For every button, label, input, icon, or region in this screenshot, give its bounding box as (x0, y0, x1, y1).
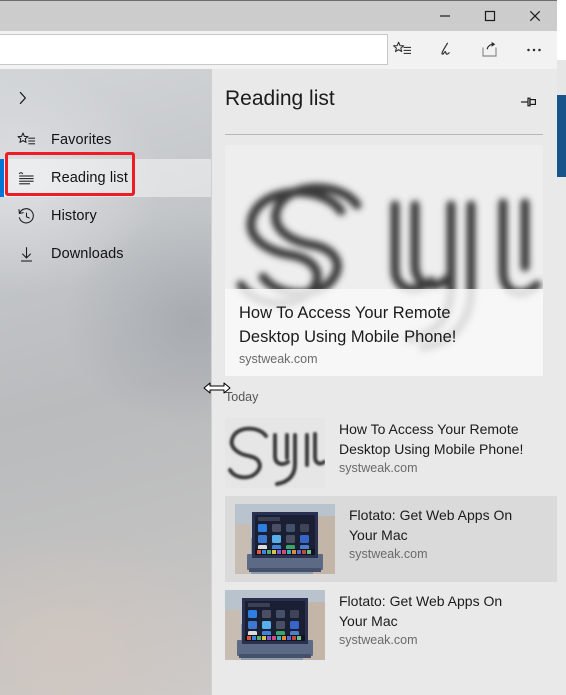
address-bar[interactable] (0, 34, 388, 65)
list-item-title: Flotato: Get Web Apps On Your Mac (349, 507, 513, 543)
hub-sidebar: Favorites Reading list History Downloads (0, 69, 211, 695)
more-icon[interactable] (519, 35, 549, 65)
panel-header: Reading list (212, 69, 557, 133)
page-title: Reading list (225, 87, 335, 110)
sidebar-item-history[interactable]: History (0, 197, 211, 235)
sidebar-item-label: Reading list (51, 170, 128, 186)
header-divider (225, 134, 543, 135)
list-item-thumbnail (225, 418, 325, 488)
downloads-arrow-icon (14, 242, 38, 266)
sidebar-item-label: Favorites (51, 132, 112, 148)
favorites-hub-icon[interactable] (387, 35, 417, 65)
title-bar (0, 0, 557, 31)
list-item-title: Flotato: Get Web Apps On Your Mac (339, 593, 503, 629)
reading-list-scroll-area[interactable]: How To Access Your Remote Desktop Using … (212, 139, 557, 695)
browser-toolbar (0, 31, 557, 69)
list-item-source: systweak.com (349, 547, 428, 561)
share-icon[interactable] (475, 35, 505, 65)
pin-icon[interactable] (519, 93, 541, 111)
expand-pane-button[interactable] (0, 79, 211, 117)
sidebar-item-favorites[interactable]: Favorites (0, 121, 211, 159)
hero-title: How To Access Your Remote Desktop Using … (239, 304, 457, 346)
favorites-star-icon (14, 128, 38, 152)
sidebar-item-label: Downloads (51, 246, 124, 262)
list-item-source: systweak.com (339, 633, 418, 647)
reading-list-hero-card[interactable]: How To Access Your Remote Desktop Using … (225, 145, 543, 376)
reading-list-panel: Reading list How To Access Your Remote D… (212, 69, 557, 695)
hero-overlay: How To Access Your Remote Desktop Using … (225, 289, 543, 376)
list-item[interactable]: Flotato: Get Web Apps On Your Mac systwe… (225, 496, 557, 582)
group-label-today: Today (225, 390, 259, 404)
list-item-text: Flotato: Get Web Apps On Your Mac systwe… (349, 504, 535, 561)
sidebar-item-downloads[interactable]: Downloads (0, 235, 211, 273)
sidebar-item-reading-list[interactable]: Reading list (0, 159, 211, 197)
horizontal-resize-cursor (202, 379, 232, 397)
history-clock-icon (14, 204, 38, 228)
desktop-background-top (557, 60, 566, 95)
maximize-button[interactable] (467, 1, 512, 31)
list-item[interactable]: Flotato: Get Web Apps On Your Mac systwe… (212, 582, 557, 668)
list-item[interactable]: How To Access Your Remote Desktop Using … (212, 410, 557, 496)
list-item-thumbnail (225, 590, 325, 660)
list-item-title: How To Access Your Remote Desktop Using … (339, 421, 524, 457)
list-item-source: systweak.com (339, 461, 418, 475)
sidebar-item-label: History (51, 208, 97, 224)
close-button[interactable] (512, 1, 557, 31)
hero-source: systweak.com (239, 352, 318, 366)
toolbar-icons (387, 31, 549, 69)
list-item-text: Flotato: Get Web Apps On Your Mac systwe… (339, 590, 525, 647)
address-input[interactable] (0, 35, 387, 64)
edge-browser-window: Favorites Reading list History Downloads… (0, 0, 566, 695)
desktop-background-blue-strip (557, 95, 566, 177)
reading-list-icon (14, 166, 38, 190)
minimize-button[interactable] (422, 1, 467, 31)
hub-pane: Favorites Reading list History Downloads… (0, 69, 557, 695)
chevron-right-icon (19, 91, 27, 105)
list-item-thumbnail (235, 504, 335, 574)
desktop-background-bottom (557, 177, 566, 695)
list-item-text: How To Access Your Remote Desktop Using … (339, 418, 525, 475)
web-note-icon[interactable] (431, 35, 461, 65)
